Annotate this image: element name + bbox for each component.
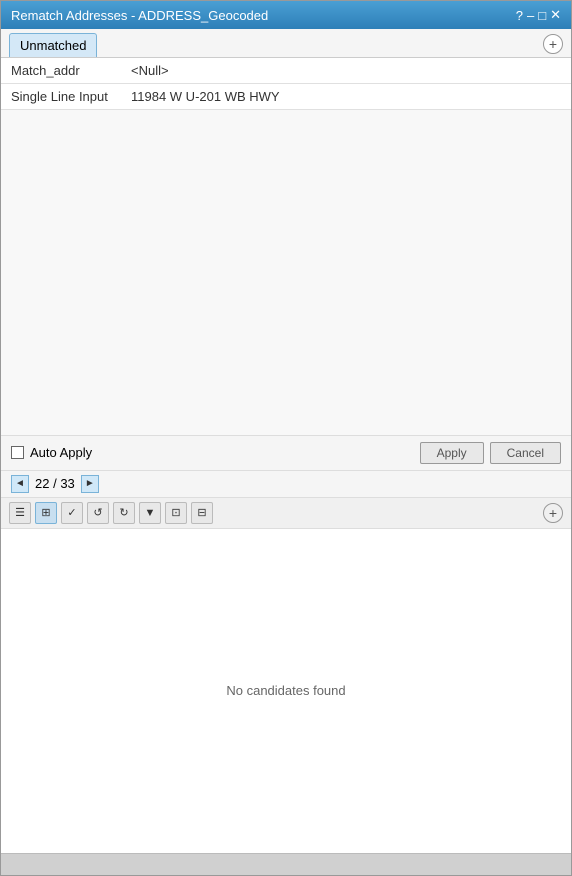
main-window: Rematch Addresses - ADDRESS_Geocoded ? –… (0, 0, 572, 876)
export-button[interactable]: ⊡ (165, 502, 187, 524)
redo-button[interactable]: ↻ (113, 502, 135, 524)
minimize-button[interactable]: – (527, 8, 534, 23)
grid-icon: ⊞ (41, 506, 50, 519)
no-candidates-message: No candidates found (226, 683, 345, 698)
chevron-down-icon: ▼ (145, 507, 156, 519)
redo-icon: ↻ (119, 506, 128, 519)
add-tab-icon: + (549, 36, 557, 52)
prev-button[interactable]: ◄ (11, 475, 29, 493)
help-button[interactable]: ? (516, 8, 523, 23)
single-line-label: Single Line Input (11, 89, 131, 104)
navigation-bar: ◄ 22 / 33 ► (1, 471, 571, 498)
toolbar: ☰ ⊞ ✓ ↺ ↻ ▼ ⊡ ⊟ + (1, 498, 571, 529)
window-title: Rematch Addresses - ADDRESS_Geocoded (11, 8, 268, 23)
field-row-match-addr: Match_addr <Null> (1, 58, 571, 84)
undo-button[interactable]: ↺ (87, 502, 109, 524)
menu-icon-button[interactable]: ☰ (9, 502, 31, 524)
cancel-button[interactable]: Cancel (490, 442, 561, 464)
table-button[interactable]: ⊟ (191, 502, 213, 524)
tab-label: Unmatched (20, 38, 86, 53)
plus-icon: + (549, 505, 557, 521)
toolbar-left: ☰ ⊞ ✓ ↺ ↻ ▼ ⊡ ⊟ (9, 502, 213, 524)
grid-view-button[interactable]: ⊞ (35, 502, 57, 524)
bottom-bar (1, 853, 571, 875)
toolbar-add-button[interactable]: + (543, 503, 563, 523)
auto-apply-left: Auto Apply (11, 445, 92, 460)
apply-button[interactable]: Apply (420, 442, 484, 464)
next-button[interactable]: ► (81, 475, 99, 493)
nav-current: 22 (35, 476, 49, 491)
export-icon: ⊡ (171, 506, 180, 519)
field-row-single-line: Single Line Input 11984 W U-201 WB HWY (1, 84, 571, 110)
nav-separator: / (49, 476, 60, 491)
check-button[interactable]: ✓ (61, 502, 83, 524)
check-icon: ✓ (67, 506, 76, 519)
auto-apply-bar: Auto Apply Apply Cancel (1, 435, 571, 471)
table-icon: ⊟ (197, 506, 206, 519)
restore-button[interactable]: □ (538, 8, 546, 23)
nav-total: 33 (60, 476, 74, 491)
tab-bar: Unmatched + (1, 29, 571, 58)
add-tab-button[interactable]: + (543, 34, 563, 54)
unmatched-tab[interactable]: Unmatched (9, 33, 97, 57)
dropdown-button[interactable]: ▼ (139, 502, 161, 524)
title-bar: Rematch Addresses - ADDRESS_Geocoded ? –… (1, 1, 571, 29)
hamburger-icon: ☰ (15, 506, 25, 519)
undo-icon: ↺ (93, 506, 102, 519)
match-addr-label: Match_addr (11, 63, 131, 78)
auto-apply-checkbox[interactable] (11, 446, 24, 459)
action-buttons: Apply Cancel (420, 442, 561, 464)
nav-count: 22 / 33 (35, 476, 75, 491)
auto-apply-label: Auto Apply (30, 445, 92, 460)
match-addr-value: <Null> (131, 63, 169, 78)
single-line-value: 11984 W U-201 WB HWY (131, 89, 280, 104)
fields-area: Match_addr <Null> Single Line Input 1198… (1, 58, 571, 110)
candidates-area: No candidates found (1, 529, 571, 854)
empty-area (1, 110, 571, 435)
close-button[interactable]: ✕ (550, 7, 561, 23)
window-controls: ? – □ ✕ (516, 7, 561, 23)
